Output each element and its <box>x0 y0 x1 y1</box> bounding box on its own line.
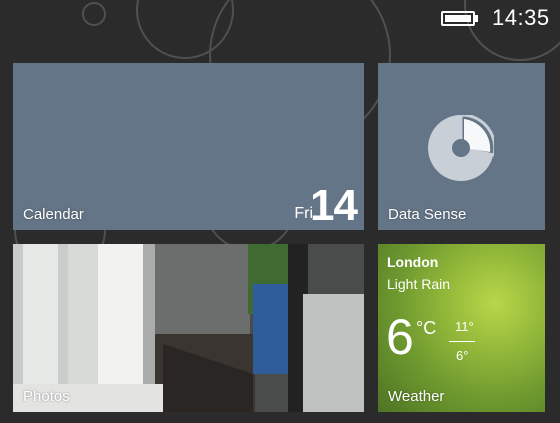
photo-thumbnail <box>13 244 364 412</box>
photos-label: Photos <box>23 388 70 405</box>
weather-high: 11° <box>455 319 474 334</box>
weather-condition: Light Rain <box>387 276 451 292</box>
weather-city: London <box>387 254 439 270</box>
data-sense-tile[interactable]: Data Sense <box>378 63 545 230</box>
weather-divider <box>449 341 475 342</box>
weather-temperature: 6 <box>386 309 414 365</box>
weather-unit: °C <box>416 318 437 338</box>
pie-chart-icon <box>428 115 494 181</box>
status-bar: 14:35 <box>0 0 560 38</box>
weather-low: 6° <box>456 348 469 363</box>
clock: 14:35 <box>492 5 550 30</box>
data-sense-label: Data Sense <box>388 206 467 223</box>
battery-full-icon <box>441 11 475 26</box>
weather-label: Weather <box>388 388 445 405</box>
weather-tile[interactable]: London Light Rain 6 °C 11° 6° Weather <box>378 244 545 412</box>
photos-tile[interactable]: Photos <box>13 244 364 412</box>
calendar-tile[interactable]: Calendar Fri 14 <box>13 63 364 230</box>
battery-tip <box>475 15 478 22</box>
calendar-label: Calendar <box>23 206 84 223</box>
calendar-date: 14 <box>310 181 358 230</box>
